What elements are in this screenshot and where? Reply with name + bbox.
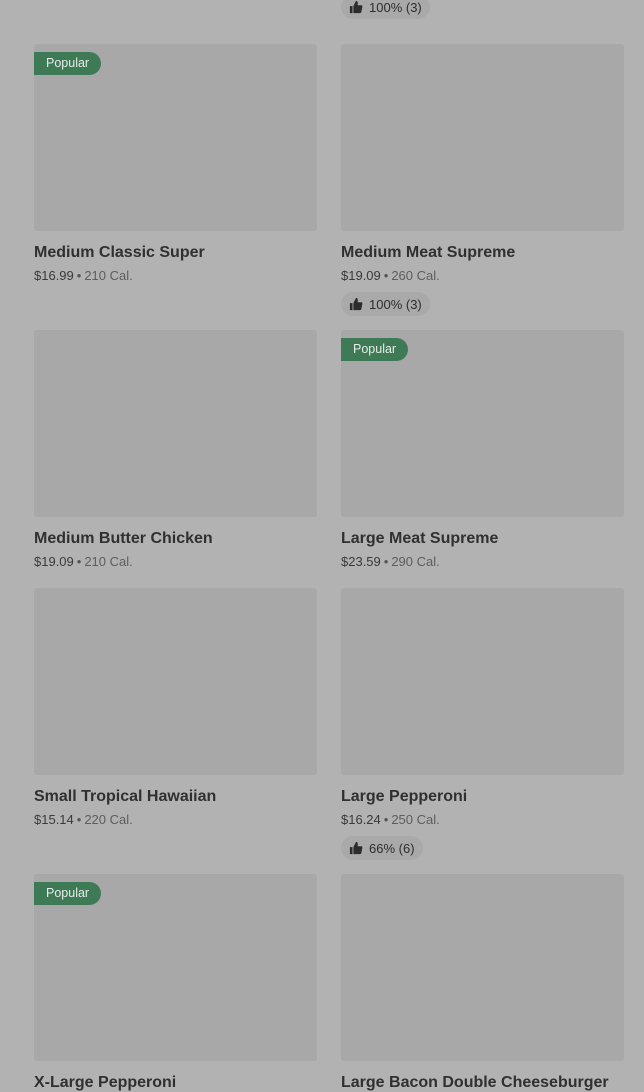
product-price: $15.14 xyxy=(34,812,74,827)
popular-badge: Popular xyxy=(341,338,409,361)
product-calories: 210 Cal. xyxy=(84,268,133,283)
product-price: $19.09 xyxy=(34,554,74,569)
separator: • xyxy=(76,554,82,569)
rating-pill: 66% (6) xyxy=(341,836,423,860)
product-card[interactable]: Large Bacon Double Cheeseburger xyxy=(341,874,624,1092)
product-card[interactable]: Popular X-Large Pepperoni xyxy=(34,874,317,1092)
product-card[interactable]: Medium Meat Supreme $19.09 • 260 Cal. 100%… xyxy=(341,44,624,316)
product-card[interactable]: Medium Butter Chicken $19.09 • 210 Cal. xyxy=(34,330,317,569)
product-card[interactable]: Popular Large Meat Supreme $23.59 • 290 Ca… xyxy=(341,330,624,569)
product-meta: $19.09 • 210 Cal. xyxy=(34,554,317,569)
rating-text: 100% (3) xyxy=(369,296,422,312)
product-image[interactable] xyxy=(341,44,624,231)
separator: • xyxy=(383,812,389,827)
product-meta: $19.09 • 260 Cal. xyxy=(341,268,624,283)
product-image[interactable] xyxy=(341,874,624,1061)
separator: • xyxy=(383,554,389,569)
product-meta: $16.24 • 250 Cal. xyxy=(341,812,624,827)
thumbs-up-icon xyxy=(349,0,363,14)
product-meta: $15.14 • 220 Cal. xyxy=(34,812,317,827)
rating-text: 100% (3) xyxy=(369,0,422,15)
product-calories: 220 Cal. xyxy=(84,812,133,827)
rating-pill: 100% (3) xyxy=(341,0,430,19)
product-image[interactable]: Popular xyxy=(341,330,624,517)
product-calories: 260 Cal. xyxy=(391,268,440,283)
product-name[interactable]: X-Large Pepperoni xyxy=(34,1074,317,1092)
product-name[interactable]: Large Pepperoni xyxy=(341,788,624,806)
product-name[interactable]: Small Tropical Hawaiian xyxy=(34,788,317,806)
popular-badge: Popular xyxy=(34,882,102,905)
product-price: $23.59 xyxy=(341,554,381,569)
product-card[interactable]: Small Tropical Hawaiian $15.14 • 220 Cal. xyxy=(34,588,317,827)
product-calories: 290 Cal. xyxy=(391,554,440,569)
separator: • xyxy=(383,268,389,283)
product-card[interactable]: Popular Medium Classic Super $16.99 • 210 … xyxy=(34,44,317,283)
thumbs-up-icon xyxy=(349,841,363,855)
separator: • xyxy=(76,812,82,827)
rating-pill: 100% (3) xyxy=(341,292,430,316)
product-image[interactable] xyxy=(341,588,624,775)
popular-badge: Popular xyxy=(34,52,102,75)
product-calories: 250 Cal. xyxy=(391,812,440,827)
product-card[interactable]: Large Pepperoni $16.24 • 250 Cal. 66% (6) xyxy=(341,588,624,860)
product-name[interactable]: Medium Meat Supreme xyxy=(341,244,624,262)
product-price: $19.09 xyxy=(341,268,381,283)
product-price: $16.24 xyxy=(341,812,381,827)
product-name[interactable]: Large Meat Supreme xyxy=(341,530,624,548)
product-image[interactable] xyxy=(34,330,317,517)
product-name[interactable]: Medium Butter Chicken xyxy=(34,530,317,548)
product-image[interactable]: Popular xyxy=(34,874,317,1061)
product-name[interactable]: Medium Classic Super xyxy=(34,244,317,262)
product-calories: 210 Cal. xyxy=(84,554,133,569)
product-price: $16.99 xyxy=(34,268,74,283)
product-image[interactable] xyxy=(34,588,317,775)
product-image[interactable]: Popular xyxy=(34,44,317,231)
rating-text: 66% (6) xyxy=(369,840,415,856)
product-meta: $23.59 • 290 Cal. xyxy=(341,554,624,569)
separator: • xyxy=(76,268,82,283)
product-name[interactable]: Large Bacon Double Cheeseburger xyxy=(341,1074,624,1092)
thumbs-up-icon xyxy=(349,297,363,311)
product-meta: $16.99 • 210 Cal. xyxy=(34,268,317,283)
